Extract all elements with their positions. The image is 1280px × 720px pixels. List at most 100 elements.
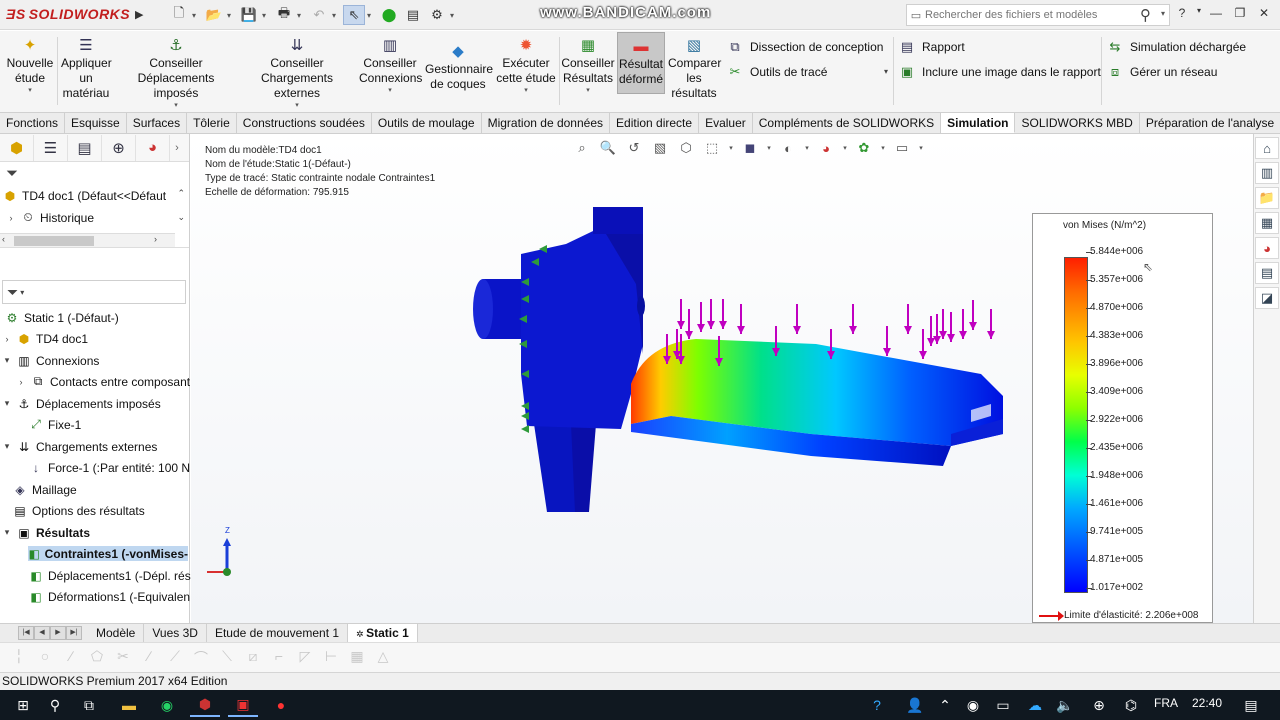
tab-evaluer[interactable]: Evaluer: [699, 113, 753, 133]
simulation-filter[interactable]: ⏷ ▾: [2, 280, 186, 304]
options-icon[interactable]: ⚙: [426, 5, 448, 25]
trim-tool-icon[interactable]: ✂: [112, 648, 134, 668]
file-explorer-icon[interactable]: 📁: [1255, 187, 1279, 209]
custom-properties-icon[interactable]: ▤: [1255, 262, 1279, 284]
appearances-icon[interactable]: ◕: [1255, 237, 1279, 259]
tab-constructions-soudees[interactable]: Constructions soudées: [237, 113, 372, 133]
search-icon[interactable]: ⚲: [40, 693, 70, 717]
manage-network-button[interactable]: ⧈ Gérer un réseau: [1106, 64, 1218, 80]
person-icon[interactable]: 👤: [900, 693, 930, 717]
load-advisor-button[interactable]: ⇊ Conseiller Chargements externes ▾: [238, 35, 356, 111]
collapse-icon[interactable]: ▾: [2, 441, 12, 452]
help-circle-icon[interactable]: ?: [862, 693, 892, 717]
slash-tool-icon[interactable]: ∕: [138, 648, 160, 668]
chamfer-tool-icon[interactable]: ⟍: [216, 648, 238, 668]
chevron-right-icon[interactable]: ›: [170, 142, 184, 154]
save-icon[interactable]: 💾: [238, 5, 260, 25]
solidworks-icon[interactable]: ▣: [228, 693, 258, 717]
tab-migration-de-donnees[interactable]: Migration de données: [482, 113, 611, 133]
collapse-icon[interactable]: ▾: [2, 398, 12, 409]
tab-fonctions[interactable]: Fonctions: [0, 113, 66, 133]
tree-item-stress-plot[interactable]: ◧ Contraintes1 (-vonMises-: [28, 546, 188, 561]
polygon-tool-icon[interactable]: ⬠: [86, 648, 108, 668]
run-study-button[interactable]: ✹ Exécuter cette étude ▾: [494, 35, 558, 96]
tab-complements[interactable]: Compléments de SOLIDWORKS: [753, 113, 942, 133]
plot-tools-dropdown-icon[interactable]: ▾: [884, 67, 888, 76]
notifications-icon[interactable]: ▤: [1236, 693, 1266, 717]
home-icon[interactable]: ⌂: [1255, 137, 1279, 159]
tree-item-mesh[interactable]: ◈ Maillage: [12, 482, 76, 497]
include-image-button[interactable]: ▣ Inclure une image dans le rapport: [898, 64, 1101, 80]
tab-modele[interactable]: Modèle: [88, 624, 145, 642]
graphics-area[interactable]: Nom du modèle:TD4 doc1 Nom de l'étude:St…: [191, 134, 1253, 623]
search-dropdown-icon[interactable]: ▾: [1161, 9, 1165, 18]
task-view-icon[interactable]: ⧉: [74, 693, 104, 717]
tab-static-1[interactable]: ✲ Static 1: [348, 624, 418, 642]
feature-manager-icon[interactable]: ⬢: [0, 134, 34, 161]
property-manager-icon[interactable]: ☰: [34, 134, 68, 161]
slash-tool-icon[interactable]: ∕: [60, 648, 82, 668]
print-dropdown-icon[interactable]: ▾: [297, 11, 306, 20]
expand-icon[interactable]: ›: [6, 213, 16, 223]
solidworks-workbench-icon[interactable]: ⬢: [190, 693, 220, 717]
tab-preparation-analyse[interactable]: Préparation de l'analyse: [1140, 113, 1280, 133]
scroll-right-icon[interactable]: ›: [154, 234, 157, 244]
filter-icon[interactable]: ⏷: [0, 162, 189, 184]
new-document-icon[interactable]: 🗋: [168, 5, 190, 25]
undo-dropdown-icon[interactable]: ▾: [332, 11, 341, 20]
tab-vues-3d[interactable]: Vues 3D: [144, 624, 207, 642]
deformed-result-button[interactable]: ▬ Résultat déformé: [617, 32, 665, 94]
apply-material-button[interactable]: ☰ Appliquer un matériau: [58, 35, 114, 101]
fixture-advisor-button[interactable]: ⚓ Conseiller Déplacements imposés ▾: [115, 35, 237, 111]
collapse-icon[interactable]: ▾: [2, 355, 12, 366]
plot-tools-button[interactable]: ✂ Outils de tracé: [726, 64, 828, 80]
simulation-unload-button[interactable]: ⇆ Simulation déchargée: [1106, 39, 1247, 55]
expand-icon[interactable]: ›: [2, 334, 12, 344]
spline-tool-icon[interactable]: ◸: [294, 648, 316, 668]
tree-root[interactable]: ⬢ TD4 doc1 (Défaut<<Défaut: [2, 188, 166, 203]
restore-icon[interactable]: ❐: [1228, 6, 1252, 20]
search-scope-icon[interactable]: ▭: [907, 9, 925, 22]
design-library-icon[interactable]: ▥: [1255, 162, 1279, 184]
options-dropdown-icon[interactable]: ▾: [450, 11, 459, 20]
tree-item-result-options[interactable]: ▤ Options des résultats: [12, 503, 144, 518]
tree-item-force1[interactable]: ↓ Force-1 (:Par entité: 100 N:: [28, 460, 193, 475]
wifi-icon[interactable]: ⌬: [1116, 693, 1146, 717]
tab-surfaces[interactable]: Surfaces: [127, 113, 188, 133]
first-tab-icon[interactable]: |◀: [18, 626, 34, 640]
configuration-manager-icon[interactable]: ▤: [68, 134, 102, 161]
open-dropdown-icon[interactable]: ▾: [227, 11, 236, 20]
tab-tolerie[interactable]: Tôlerie: [187, 113, 237, 133]
tree-item-fixture1[interactable]: ⤢ Fixe-1: [28, 417, 81, 432]
tab-solidworks-mbd[interactable]: SOLIDWORKS MBD: [1015, 113, 1140, 133]
tab-etude-de-mouvement[interactable]: Etude de mouvement 1: [207, 624, 349, 642]
tree-item-loads[interactable]: ▾ ⇊ Chargements externes: [2, 439, 158, 454]
menu-expand-icon[interactable]: ▶: [135, 8, 143, 21]
rebuild-icon[interactable]: ⬤: [378, 5, 400, 25]
solidworks-logo[interactable]: ƎS SOLIDWORKS: [6, 6, 130, 22]
new-dropdown-icon[interactable]: ▾: [192, 11, 201, 20]
dimension-tool-icon[interactable]: ⊢: [320, 648, 342, 668]
save-dropdown-icon[interactable]: ▾: [262, 11, 271, 20]
horizontal-scrollbar[interactable]: ‹ ›: [0, 233, 175, 247]
offset-tool-icon[interactable]: ⟋: [164, 648, 186, 668]
whatsapp-icon[interactable]: ◉: [152, 693, 182, 717]
tab-simulation[interactable]: Simulation: [941, 113, 1016, 133]
circle-tool-icon[interactable]: ○: [34, 648, 56, 668]
open-icon[interactable]: 📂: [203, 5, 225, 25]
tree-item-results[interactable]: ▾ ▣ Résultats: [2, 525, 90, 540]
windows-start-icon[interactable]: ⊞: [8, 693, 38, 717]
pattern-tool-icon[interactable]: ▦: [346, 648, 368, 668]
rectangle-tool-icon[interactable]: ⌐: [268, 648, 290, 668]
scroll-up-icon[interactable]: ⌃: [177, 188, 185, 199]
help-icon[interactable]: ?: [1170, 6, 1194, 20]
bandicam-tray-icon[interactable]: ◉: [958, 693, 988, 717]
close-icon[interactable]: ✕: [1252, 6, 1276, 20]
search-box[interactable]: ▭ ⚲ ▾: [906, 4, 1170, 26]
design-insight-button[interactable]: ⧉ Dissection de conception: [726, 39, 883, 55]
results-advisor-button[interactable]: ▦ Conseiller Résultats ▾: [561, 35, 615, 96]
minimize-icon[interactable]: —: [1204, 6, 1228, 20]
search-icon[interactable]: ⚲: [1140, 6, 1151, 24]
fillet-tool-icon[interactable]: ⌒: [190, 648, 212, 668]
tree-item-connections[interactable]: ▾ ▥ Connexions: [2, 353, 100, 368]
